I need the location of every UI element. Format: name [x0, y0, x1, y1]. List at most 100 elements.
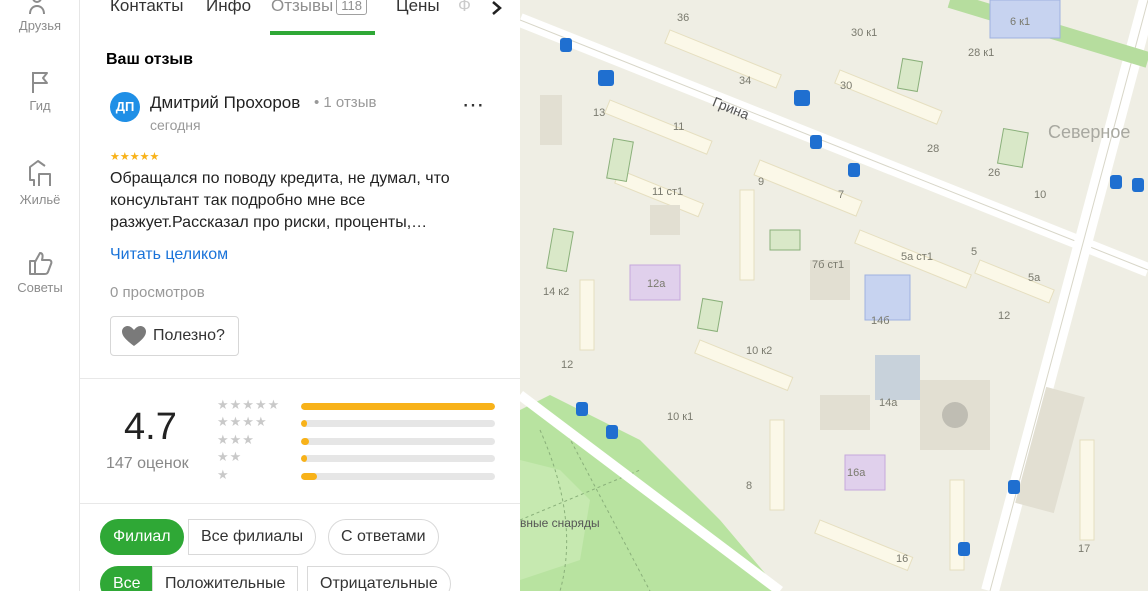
rail-label: Жильё — [19, 192, 61, 207]
dist-stars: ★★★★★ — [217, 397, 281, 412]
rating-distribution-row: ★★ — [217, 449, 497, 467]
house-number: 30 — [840, 80, 853, 92]
filter-positive[interactable]: Положительные — [152, 566, 299, 591]
rail-label: Советы — [17, 280, 63, 295]
friends-icon — [29, 0, 45, 14]
district-label: Северное — [1048, 122, 1131, 142]
map-canvas — [520, 0, 1148, 591]
poi-label: вные снаряды — [520, 516, 600, 530]
rail-item-guide[interactable]: Гид — [0, 70, 80, 113]
dist-fill — [301, 455, 307, 462]
rail-item-tips[interactable]: Советы — [0, 250, 80, 295]
chevron-right-icon[interactable] — [484, 0, 510, 22]
tab-prices[interactable]: Цены — [396, 0, 440, 16]
dist-bar — [301, 455, 495, 462]
house-number: 30 к1 — [851, 27, 878, 39]
house-number: 26 — [988, 167, 1001, 179]
house-number: 17 — [1078, 543, 1091, 555]
dist-bar — [301, 438, 495, 445]
read-more-link[interactable]: Читать целиком — [110, 246, 228, 264]
rating-distribution-row: ★★★ — [217, 432, 497, 450]
house-number: 28 к1 — [968, 47, 995, 59]
left-rail: Друзья Гид Жильё Советы — [0, 0, 80, 591]
review-author[interactable]: Дмитрий Прохоров — [150, 93, 300, 113]
dist-stars: ★ — [217, 467, 230, 482]
house-number: 5а — [1028, 272, 1041, 284]
house-number: 34 — [739, 75, 752, 87]
house-number: 5 — [971, 246, 978, 258]
useful-button[interactable]: Полезно? — [110, 316, 239, 356]
filter-with-answers[interactable]: С ответами — [328, 519, 439, 555]
dist-bar — [301, 403, 495, 410]
rail-item-friends[interactable]: Друзья — [0, 0, 80, 33]
house-number: 36 — [677, 12, 690, 24]
house-number: 16 — [896, 553, 909, 565]
more-dots-icon[interactable]: ⋯ — [462, 92, 485, 118]
active-tab-indicator — [270, 31, 375, 35]
tab-truncated[interactable]: Ф — [458, 0, 471, 16]
reviews-panel: Контакты Инфо Отзывы 118 Цены Ф Ваш отзыв… — [80, 0, 520, 591]
tab-reviews-label: Отзывы — [271, 0, 334, 15]
rail-label: Гид — [29, 98, 51, 113]
review-date: сегодня — [150, 117, 201, 133]
house-number: 5а ст1 — [901, 251, 933, 263]
house-number: 10 к2 — [746, 345, 773, 357]
house-number: 6 к1 — [1010, 16, 1031, 28]
divider — [80, 378, 520, 379]
house-number: 13 — [593, 107, 606, 119]
thumbs-up-icon — [29, 252, 53, 275]
filter-negative[interactable]: Отрицательные — [307, 566, 451, 591]
house-number: 8 — [746, 480, 753, 492]
dist-bar — [301, 420, 495, 427]
divider — [80, 503, 520, 504]
rating-count: 147 оценок — [106, 455, 189, 472]
house-number: 11 — [673, 121, 685, 133]
house-number: 14а — [879, 397, 898, 409]
house-number: 12а — [647, 278, 666, 290]
house-number: 10 к1 — [667, 411, 694, 423]
author-review-count: • 1 отзыв — [314, 94, 377, 111]
reviews-count-badge: 118 — [336, 0, 368, 15]
rating-distribution-row: ★ — [217, 467, 497, 485]
dist-bar — [301, 473, 495, 480]
dist-stars: ★★★★ — [217, 414, 268, 429]
dist-stars: ★★★ — [217, 432, 255, 447]
dist-fill — [301, 420, 307, 427]
rating-distribution-row: ★★★★ — [217, 414, 497, 432]
useful-label: Полезно? — [153, 327, 225, 344]
house-number: 7б ст1 — [812, 259, 845, 271]
house-number: 9 — [758, 176, 765, 188]
rating-distribution-row: ★★★★★ — [217, 397, 497, 415]
review-stars: ★★★★★ — [110, 151, 160, 163]
house-number: 11 ст1 — [652, 186, 684, 198]
house-number: 16а — [847, 467, 866, 479]
dist-fill — [301, 473, 317, 480]
views-count: 0 просмотров — [110, 284, 205, 301]
house-icon — [29, 160, 51, 186]
house-number: 10 — [1034, 189, 1047, 201]
section-title: Ваш отзыв — [106, 51, 193, 68]
heart-icon — [122, 326, 146, 346]
review-text: Обращался по поводу кредита, не думал, ч… — [110, 170, 450, 231]
filter-all-branches[interactable]: Все филиалы — [188, 519, 317, 555]
house-number: 28 — [927, 143, 940, 155]
filter-branch[interactable]: Филиал — [100, 519, 184, 555]
house-number: 7 — [838, 189, 845, 201]
house-number: 12 — [561, 359, 574, 371]
avatar[interactable]: ДП — [110, 92, 140, 122]
filter-all[interactable]: Все — [100, 566, 154, 591]
map-view[interactable]: Грина Северное вные снаряды 36 30 к1 6 к… — [520, 0, 1148, 591]
average-rating: 4.7 — [124, 406, 177, 448]
flag-icon — [32, 72, 48, 93]
tab-reviews[interactable]: Отзывы 118 — [271, 0, 368, 16]
tab-contacts[interactable]: Контакты — [110, 0, 183, 16]
rail-label: Друзья — [18, 18, 62, 33]
dist-stars: ★★ — [217, 449, 243, 464]
tab-info[interactable]: Инфо — [206, 0, 251, 16]
house-number: 14б — [871, 315, 890, 327]
tab-bar: Контакты Инфо Отзывы 118 Цены Ф — [80, 0, 520, 36]
rail-item-housing[interactable]: Жильё — [0, 158, 80, 207]
house-number: 12 — [998, 310, 1011, 322]
dist-fill — [301, 403, 495, 410]
house-number: 14 к2 — [543, 286, 570, 298]
